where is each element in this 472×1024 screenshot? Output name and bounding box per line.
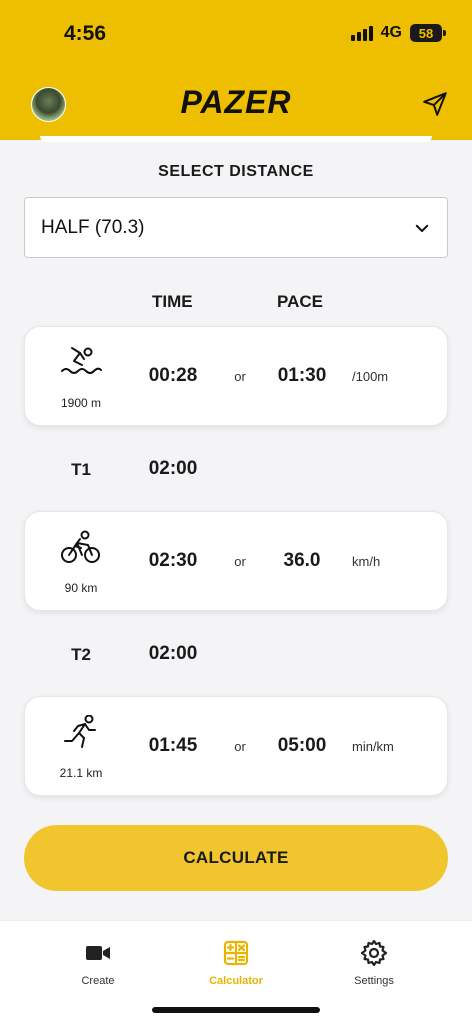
app-header: 4:56 4G 58 PAZER xyxy=(0,0,472,140)
battery-level: 58 xyxy=(418,25,434,41)
home-indicator xyxy=(152,1007,320,1013)
signal-icon xyxy=(350,25,373,41)
calculator-icon xyxy=(223,940,249,966)
video-camera-icon xyxy=(86,946,110,960)
header-edge xyxy=(40,136,432,142)
distance-dropdown[interactable]: HALF (70.3) xyxy=(24,197,448,258)
run-time[interactable]: 01:45 xyxy=(133,735,213,757)
tab-calculator-label: Calculator xyxy=(209,975,263,987)
run-unit: min/km xyxy=(352,739,394,754)
tab-create[interactable]: Create xyxy=(43,939,153,987)
t1-time[interactable]: 02:00 xyxy=(133,458,213,480)
calculate-button[interactable]: CALCULATE xyxy=(24,825,448,891)
run-distance: 21.1 km xyxy=(59,766,103,780)
tab-settings-label: Settings xyxy=(354,975,394,987)
send-icon[interactable] xyxy=(422,91,448,117)
t1-label: T1 xyxy=(71,460,91,479)
chevron-down-icon xyxy=(415,224,429,232)
swim-time[interactable]: 00:28 xyxy=(133,365,213,387)
tab-calculator[interactable]: Calculator xyxy=(181,939,291,987)
swim-pace[interactable]: 01:30 xyxy=(261,365,343,387)
run-pace[interactable]: 05:00 xyxy=(261,735,343,757)
run-or: or xyxy=(234,739,246,754)
bike-time[interactable]: 02:30 xyxy=(133,550,213,572)
bike-pace[interactable]: 36.0 xyxy=(261,550,343,572)
bike-unit: km/h xyxy=(352,554,381,569)
bike-icon xyxy=(61,530,100,563)
bike-or: or xyxy=(234,554,246,569)
pace-column-header: PACE xyxy=(277,292,323,311)
swim-unit: /100m xyxy=(352,369,389,384)
status-time: 4:56 xyxy=(64,22,107,45)
bike-card: 90 km 02:30 or 36.0 km/h xyxy=(24,511,448,611)
distance-selected: HALF (70.3) xyxy=(41,216,145,238)
bike-distance: 90 km xyxy=(64,581,98,595)
network-type: 4G xyxy=(380,24,402,41)
tab-create-label: Create xyxy=(81,975,115,987)
status-indicators: 4G 58 xyxy=(350,24,446,42)
swim-card: 1900 m 00:28 or 01:30 /100m xyxy=(24,326,448,426)
battery-icon: 58 xyxy=(410,24,446,42)
select-distance-label: SELECT DISTANCE xyxy=(158,163,314,180)
app-logo: PAZER xyxy=(180,84,292,120)
tab-settings[interactable]: Settings xyxy=(319,939,429,987)
swim-icon xyxy=(61,347,102,374)
run-icon xyxy=(64,715,96,748)
gear-icon xyxy=(360,939,388,967)
time-column-header: TIME xyxy=(152,292,193,311)
t2-time[interactable]: 02:00 xyxy=(133,643,213,665)
t2-label: T2 xyxy=(71,645,91,664)
swim-distance: 1900 m xyxy=(60,396,102,410)
run-card: 21.1 km 01:45 or 05:00 min/km xyxy=(24,696,448,796)
swim-or: or xyxy=(234,369,246,384)
